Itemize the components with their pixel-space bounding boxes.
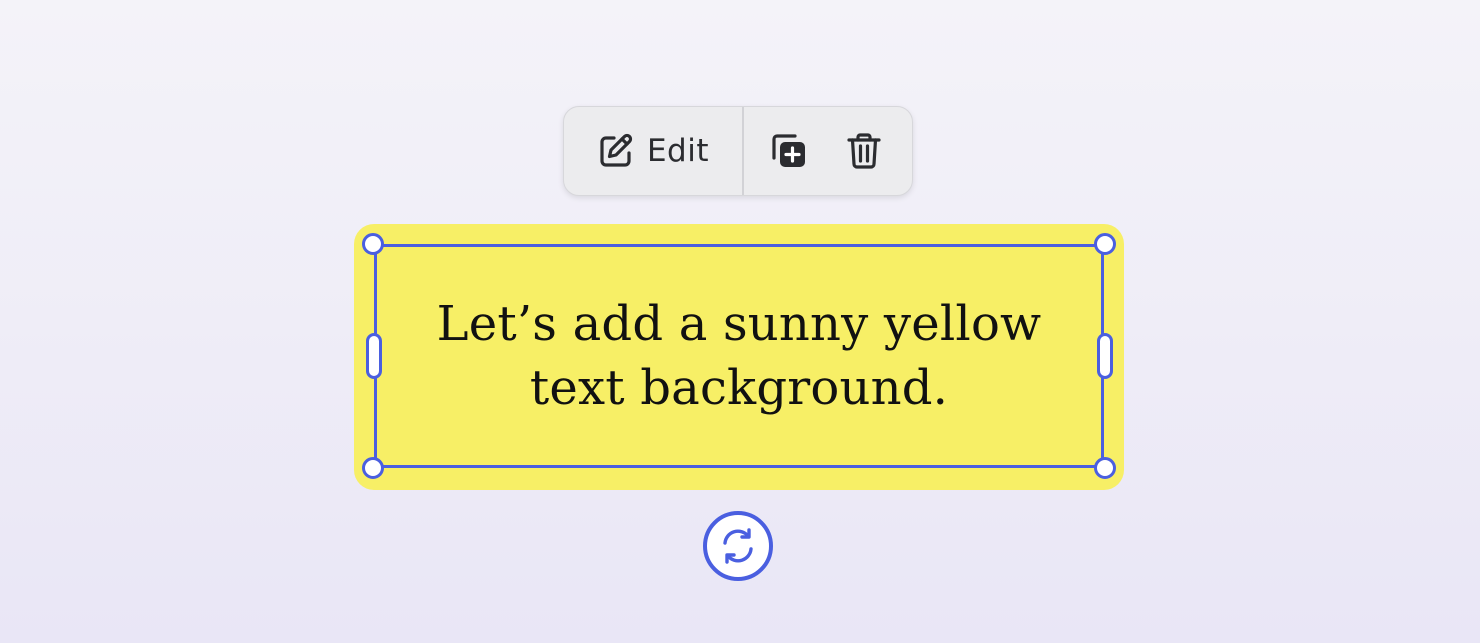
resize-handle-bottom-right[interactable] [1094,457,1116,479]
edit-icon [597,132,635,170]
trash-icon [845,131,883,171]
resize-handle-top-right[interactable] [1094,233,1116,255]
text-content[interactable]: Let’s add a sunny yellow text background… [409,292,1069,420]
duplicate-button[interactable] [748,107,828,195]
toolbar-divider [742,107,744,195]
resize-handle-right[interactable] [1097,333,1113,379]
edit-button[interactable]: Edit [564,107,742,195]
resize-handle-bottom-left[interactable] [362,457,384,479]
delete-button[interactable] [824,107,904,195]
resize-handle-left[interactable] [366,333,382,379]
duplicate-icon [768,131,808,171]
edit-label: Edit [646,133,710,169]
selection-frame[interactable]: Let’s add a sunny yellow text background… [374,244,1104,468]
floating-toolbar: Edit [563,106,913,196]
resize-handle-top-left[interactable] [362,233,384,255]
rotate-button[interactable] [703,511,773,581]
rotate-icon [717,525,759,567]
